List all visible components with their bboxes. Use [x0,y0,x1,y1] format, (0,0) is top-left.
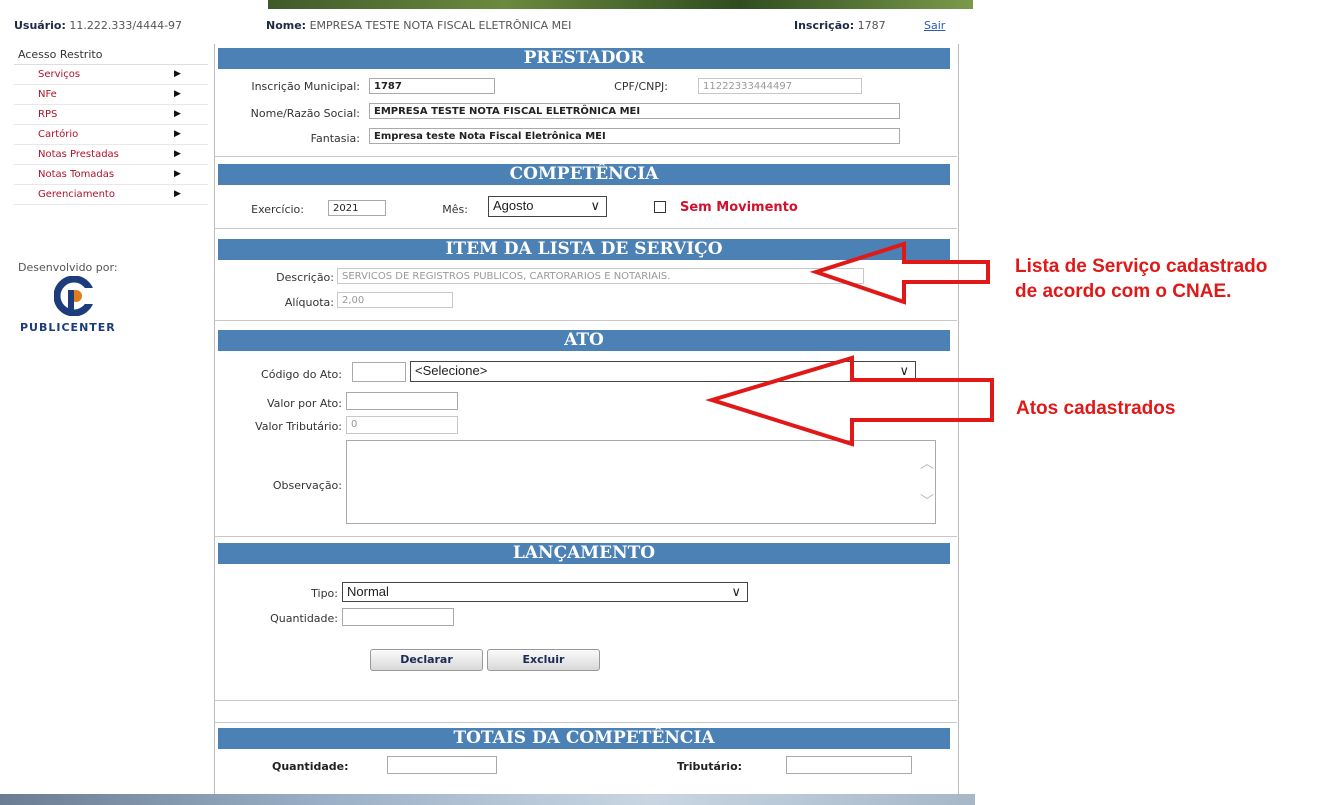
mes-select[interactable]: Agosto ∨ [488,196,607,217]
mes-label: Mês: [442,203,468,216]
caret-right-icon: ▶ [174,189,181,199]
section-competencia [214,160,957,229]
annotation-lista-line2: de acordo com o CNAE. [1015,281,1232,302]
user-label: Usuário: [14,19,66,32]
sidebar-item-label: Gerenciamento [38,189,115,200]
caret-right-icon: ▶ [174,109,181,119]
inscricao-label: Inscrição: [794,19,855,32]
sidebar-item-label: Notas Prestadas [38,149,119,160]
quantidade-field[interactable] [342,608,454,626]
valor-ato-label: Valor por Ato: [266,397,342,410]
caret-right-icon: ▶ [174,69,181,79]
user-info: Usuário: 11.222.333/4444-97 [14,19,182,32]
sidebar-item-label: Cartório [38,129,79,140]
tipo-value: Normal [347,584,389,599]
sidebar-item-notas-tomadas[interactable]: Notas Tomadas ▶ [14,165,208,185]
observacao-label: Observação: [272,479,342,492]
cpf-field[interactable]: 11222333444497 [698,78,862,94]
chevron-down-icon: ∨ [590,198,600,213]
mes-value: Agosto [493,198,534,213]
codigo-ato-label: Código do Ato: [261,368,342,381]
im-field[interactable]: 1787 [369,78,495,94]
caret-right-icon: ▶ [174,149,181,159]
header-banner-strip [268,0,973,9]
publicenter-logo-icon [53,275,95,317]
company-name: Nome: EMPRESA TESTE NOTA FISCAL ELETRÔNI… [266,19,571,32]
sidebar-item-label: NFe [38,89,57,100]
totais-quantidade-field[interactable] [387,756,497,774]
caret-right-icon: ▶ [174,129,181,139]
totais-quantidade-label: Quantidade: [272,760,349,773]
valor-tributario-label: Valor Tributário: [255,420,342,433]
sidebar-item-rps[interactable]: RPS ▶ [14,105,208,125]
sidebar-item-gerenciamento[interactable]: Gerenciamento ▶ [14,185,208,205]
sidebar-item-notas-prestadas[interactable]: Notas Prestadas ▶ [14,145,208,165]
totais-tributario-field[interactable] [786,756,912,774]
section-totais-title: TOTAIS DA COMPETÊNCIA [218,728,950,749]
sidebar-item-servicos[interactable]: Serviços ▶ [14,65,208,85]
annotation-atos: Atos cadastrados [1016,398,1176,419]
quantidade-label: Quantidade: [270,612,338,625]
sem-movimento-label: Sem Movimento [680,200,798,215]
name-value: EMPRESA TESTE NOTA FISCAL ELETRÔNICA MEI [309,19,572,32]
totais-tributario-label: Tributário: [677,760,743,773]
developer-label: Desenvolvido por: [18,261,118,274]
fantasia-label: Fantasia: [310,132,360,145]
declarar-button[interactable]: Declarar [370,649,483,671]
scroll-up-icon[interactable]: ︿ [920,453,934,473]
valor-tributario-field[interactable]: 0 [346,416,458,434]
sidebar-title: Acesso Restrito [14,46,208,65]
valor-ato-field[interactable] [346,392,458,410]
aliquota-field[interactable]: 2,00 [337,292,453,308]
im-label: Inscrição Municipal: [251,80,360,93]
scroll-down-icon[interactable]: ﹀ [920,491,934,511]
descricao-field[interactable]: SERVICOS DE REGISTROS PUBLICOS, CARTORAR… [337,268,864,284]
sidebar-item-label: Notas Tomadas [38,169,115,180]
footer-bar [0,794,975,805]
sem-movimento-checkbox[interactable] [654,201,666,213]
exercicio-field[interactable]: 2021 [328,200,386,216]
sidebar-item-cartorio[interactable]: Cartório ▶ [14,125,208,145]
developer-name: PUBLICENTER [20,321,116,334]
sidebar-item-label: RPS [38,109,58,120]
user-value: 11.222.333/4444-97 [69,19,183,32]
name-label: Nome: [266,19,307,32]
inscricao-value: 1787 [857,19,886,32]
razao-field[interactable]: EMPRESA TESTE NOTA FISCAL ELETRÔNICA MEI [369,103,900,119]
caret-right-icon: ▶ [174,89,181,99]
cpf-label: CPF/CNPJ: [614,80,668,93]
chevron-down-icon: ∨ [731,584,741,599]
excluir-button[interactable]: Excluir [487,649,600,671]
razao-label: Nome/Razão Social: [250,107,360,120]
aliquota-label: Alíquota: [284,296,334,309]
arrow-left-icon [809,241,990,305]
sidebar-item-label: Serviços [38,69,81,80]
annotation-lista-line1: Lista de Serviço cadastrado [1015,256,1268,277]
textarea-scrollbar[interactable]: ︿ ﹀ [917,441,935,523]
tipo-select[interactable]: Normal ∨ [342,582,748,602]
sidebar-menu: Acesso Restrito Serviços ▶ NFe ▶ RPS ▶ Cart… [14,46,208,205]
caret-right-icon: ▶ [174,169,181,179]
ato-select-value: <Selecione> [415,363,488,378]
spacer-row [214,702,957,723]
inscricao-info: Inscrição: 1787 [794,19,886,32]
sidebar-item-nfe[interactable]: NFe ▶ [14,85,208,105]
tipo-label: Tipo: [311,587,338,600]
observacao-textarea[interactable]: ︿ ﹀ [346,440,936,524]
logout-link[interactable]: Sair [924,19,945,32]
arrow-left-icon [705,355,994,447]
exercicio-label: Exercício: [251,203,304,216]
descricao-label: Descrição: [276,271,334,284]
codigo-ato-field[interactable] [352,362,406,382]
fantasia-field[interactable]: Empresa teste Nota Fiscal Eletrônica MEI [369,128,900,144]
